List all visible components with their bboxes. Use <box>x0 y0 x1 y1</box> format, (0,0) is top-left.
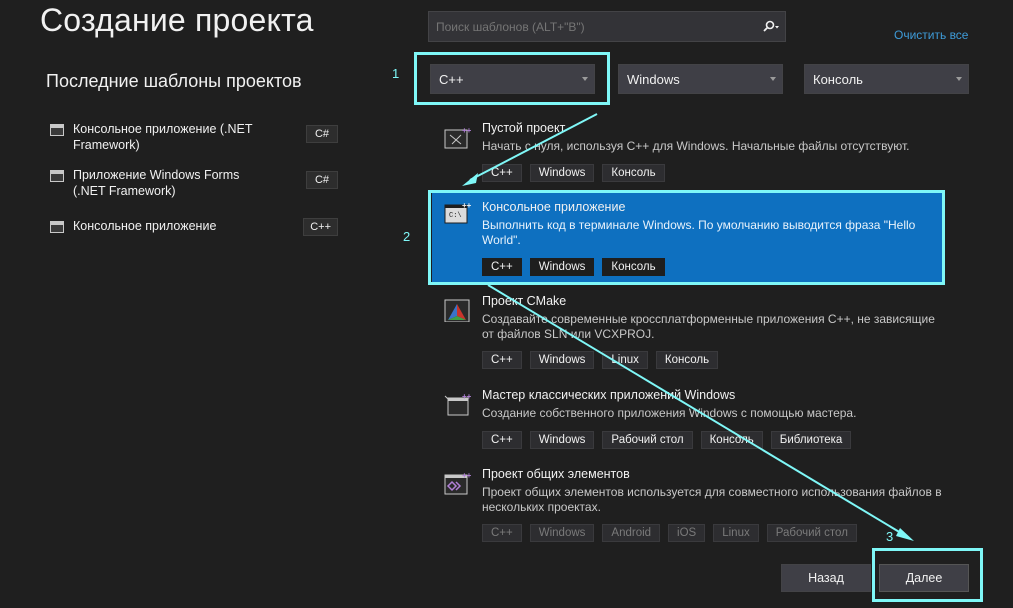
svg-text:++: ++ <box>462 392 472 401</box>
tag: C++ <box>482 431 522 449</box>
template-empty-project[interactable]: ++ Пустой проект Начать с нуля, использу… <box>432 121 944 187</box>
tag: Библиотека <box>770 431 852 449</box>
desktop-wizard-icon: ++ <box>444 392 472 416</box>
tag: Windows <box>529 164 595 182</box>
template-name: Проект CMake <box>482 294 567 308</box>
step-number-3: 3 <box>886 529 894 544</box>
language-badge: C# <box>306 125 338 143</box>
console-app-icon <box>50 124 64 136</box>
project-type-filter-dropdown[interactable]: Консоль <box>804 64 969 94</box>
tag: C++ <box>482 524 522 542</box>
console-app-icon: C:\ ++ <box>444 201 472 224</box>
search-icon[interactable] <box>757 12 785 41</box>
template-name: Пустой проект <box>482 121 566 135</box>
shared-items-icon: ++ <box>444 471 472 495</box>
svg-text:++: ++ <box>462 471 472 480</box>
page-title: Создание проекта <box>40 2 314 38</box>
cmake-icon <box>444 299 470 322</box>
svg-text:C:\: C:\ <box>449 212 462 220</box>
tag: Консоль <box>700 431 763 449</box>
tag: Linux <box>602 351 648 369</box>
template-name: Консольное приложение <box>482 200 626 214</box>
search-input[interactable] <box>429 19 757 34</box>
template-windows-desktop-wizard[interactable]: ++ Мастер классических приложений Window… <box>432 388 944 454</box>
tag: Linux <box>713 524 759 542</box>
chevron-down-icon <box>582 77 588 81</box>
recent-template-label: Консольное приложение (.NET Framework) <box>73 122 253 152</box>
clear-all-filters-link[interactable]: Очистить все <box>894 28 968 42</box>
tag: C++ <box>482 351 522 369</box>
template-console-app[interactable]: C:\ ++ Консольное приложение Выполнить к… <box>432 193 944 284</box>
language-filter-value: C++ <box>439 71 464 87</box>
template-name: Мастер классических приложений Windows <box>482 388 736 402</box>
language-badge: C# <box>306 171 338 189</box>
windows-forms-icon <box>50 170 64 182</box>
template-description: Начать с нуля, используя C++ для Windows… <box>482 139 910 153</box>
recent-templates-heading: Последние шаблоны проектов <box>46 71 302 91</box>
recent-template-label: Консольное приложение <box>73 219 217 233</box>
template-cmake-project[interactable]: Проект CMake Создавайте современные крос… <box>432 294 944 374</box>
tag: Windows <box>529 431 595 449</box>
tag: Windows <box>529 351 595 369</box>
empty-project-icon: ++ <box>444 126 472 149</box>
template-description: Создавайте современные кроссплатформенны… <box>482 312 935 341</box>
svg-text:++: ++ <box>462 201 472 210</box>
recent-template-item[interactable]: Консольное приложение (.NET Framework) C… <box>50 121 340 161</box>
template-description: Выполнить код в терминале Windows. По ум… <box>482 218 916 247</box>
template-description: Создание собственного приложения Windows… <box>482 406 857 420</box>
step-number-1: 1 <box>392 66 400 81</box>
search-templates-box <box>428 11 786 42</box>
chevron-down-icon <box>956 77 962 81</box>
recent-template-item[interactable]: Приложение Windows Forms (.NET Framework… <box>50 167 340 207</box>
tag: Консоль <box>602 258 665 276</box>
console-app-icon <box>50 221 64 233</box>
tag: C++ <box>482 258 522 276</box>
template-description: Проект общих элементов используется для … <box>482 485 942 514</box>
recent-template-label: Приложение Windows Forms (.NET Framework… <box>73 168 240 198</box>
tag: Рабочий стол <box>766 524 857 542</box>
svg-text:++: ++ <box>462 126 472 135</box>
template-shared-items-project[interactable]: ++ Проект общих элементов Проект общих э… <box>432 467 944 545</box>
next-button[interactable]: Далее <box>879 564 969 592</box>
language-filter-dropdown[interactable]: C++ <box>430 64 595 94</box>
step-number-2: 2 <box>403 229 411 244</box>
project-type-filter-value: Консоль <box>813 71 863 87</box>
tag: Консоль <box>602 164 665 182</box>
platform-filter-value: Windows <box>627 71 680 87</box>
template-name: Проект общих элементов <box>482 467 630 481</box>
tag: Рабочий стол <box>602 431 693 449</box>
tag: iOS <box>668 524 706 542</box>
back-button[interactable]: Назад <box>781 564 871 592</box>
tag: Windows <box>529 258 595 276</box>
chevron-down-icon <box>770 77 776 81</box>
tag: Консоль <box>655 351 719 369</box>
platform-filter-dropdown[interactable]: Windows <box>618 64 783 94</box>
tag: Android <box>602 524 661 542</box>
tag: C++ <box>482 164 522 182</box>
language-badge: C++ <box>303 218 338 236</box>
recent-template-item[interactable]: Консольное приложение C++ <box>50 218 340 258</box>
tag: Windows <box>529 524 595 542</box>
